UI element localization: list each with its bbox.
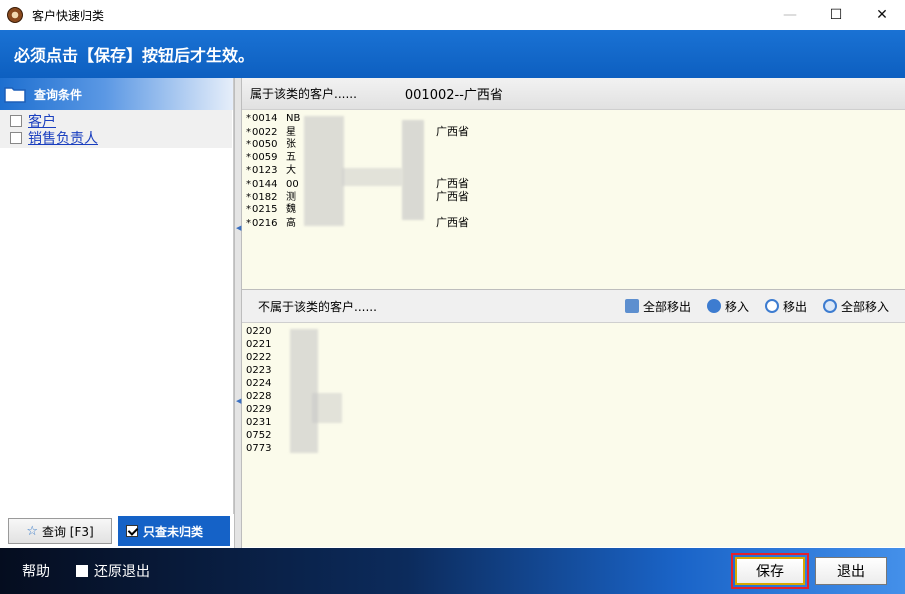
app-icon — [7, 7, 23, 23]
list-item[interactable]: 0231 — [246, 416, 280, 429]
query-panel: 查询条件 客户 销售负责人 ☆ 查询 [F3] 只查未归类 — [0, 78, 234, 548]
query-button-label: 查询 [F3] — [41, 524, 94, 539]
panel-splitter[interactable]: ◀ ◀ — [234, 78, 242, 548]
list-item[interactable]: 0228 — [246, 390, 280, 403]
collapse-arrow-icon[interactable]: ◀ — [236, 396, 241, 406]
save-highlight: 保存 — [731, 553, 809, 589]
query-conditions-title: 查询条件 — [34, 87, 83, 102]
query-conditions-header: 查询条件 — [0, 78, 233, 110]
move-out-button[interactable]: 移出 — [764, 298, 807, 315]
query-actions: ☆ 查询 [F3] 只查未归类 — [0, 514, 234, 548]
window-controls: — ☐ ✕ — [767, 0, 905, 30]
minimize-button[interactable]: — — [767, 0, 813, 30]
list-item[interactable]: *0022 星广西省 — [246, 125, 469, 138]
list-item[interactable]: 0222 — [246, 351, 280, 364]
collapse-arrow-icon[interactable]: ◀ — [236, 223, 241, 233]
restore-exit-toggle[interactable]: 还原退出 — [76, 561, 150, 581]
remove-all-button[interactable]: 全部移出 — [624, 298, 691, 315]
redacted-block — [304, 116, 344, 226]
redacted-block — [342, 168, 402, 186]
title-bar: 客户快速归类 — ☐ ✕ — [0, 0, 905, 30]
only-unclassified-label: 只查未归类 — [143, 524, 204, 539]
add-all-button[interactable]: 全部移入 — [822, 298, 889, 315]
condition-sales-owner-checkbox[interactable] — [10, 131, 22, 144]
notice-banner: 必须点击【保存】按钮后才生效。 — [0, 30, 905, 78]
remove-all-icon — [624, 299, 639, 313]
move-in-button[interactable]: 移入 — [706, 298, 749, 315]
list-item[interactable]: *0216 高广西省 — [246, 216, 469, 229]
only-unclassified-checkbox[interactable] — [126, 525, 138, 537]
classification-panel: 属于该类的客户...... 001002--广西省 *0014 NB *0022 星… — [242, 78, 905, 548]
list-item[interactable]: 0221 — [246, 338, 280, 351]
condition-customer-checkbox[interactable] — [10, 114, 22, 127]
list-item[interactable]: *0182 测广西省 — [246, 190, 469, 203]
folder-icon — [4, 87, 26, 103]
redacted-block — [402, 120, 424, 220]
star-icon: ☆ — [26, 523, 38, 539]
window-title: 客户快速归类 — [32, 8, 105, 23]
list-item[interactable]: 0773 — [246, 442, 280, 455]
list-item[interactable]: 0229 — [246, 403, 280, 416]
condition-customer[interactable]: 客户 — [10, 112, 232, 130]
list-item[interactable]: 0223 — [246, 364, 280, 377]
redacted-block — [290, 329, 318, 453]
exit-button[interactable]: 退出 — [815, 557, 887, 585]
belonging-customer-list[interactable]: *0014 NB *0022 星广西省 *0050 张 *0059 五 *0123 大 *… — [242, 110, 905, 290]
condition-sales-owner[interactable]: 销售负责人 — [10, 128, 232, 148]
redacted-block — [312, 393, 342, 423]
maximize-button[interactable]: ☐ — [813, 0, 859, 30]
move-out-icon — [764, 299, 779, 313]
only-unclassified-toggle[interactable]: 只查未归类 — [118, 516, 230, 546]
not-belonging-customer-list[interactable]: 0220 0221 0222 0223 0224 0228 0229 0231 … — [242, 322, 905, 547]
selected-category: 001002--广西省 — [404, 88, 503, 103]
list-item[interactable]: 0220 — [246, 325, 280, 338]
footer-bar: 帮助 还原退出 保存 退出 — [0, 548, 905, 594]
restore-exit-checkbox[interactable] — [76, 565, 88, 577]
belonging-header: 属于该类的客户...... 001002--广西省 — [242, 78, 905, 110]
belonging-title: 属于该类的客户...... — [250, 87, 357, 101]
not-belonging-header: 不属于该类的客户...... 全部移出 移入 移出 全部移入 — [242, 290, 905, 322]
move-in-icon — [706, 299, 721, 313]
restore-exit-label: 还原退出 — [94, 564, 150, 580]
condition-list: 客户 销售负责人 — [0, 110, 232, 148]
close-button[interactable]: ✕ — [859, 0, 905, 30]
save-button[interactable]: 保存 — [735, 557, 805, 585]
query-button[interactable]: ☆ 查询 [F3] — [8, 518, 112, 544]
notice-text: 必须点击【保存】按钮后才生效。 — [14, 46, 255, 65]
list-item[interactable]: 0224 — [246, 377, 280, 390]
list-item[interactable]: 0752 — [246, 429, 280, 442]
not-belonging-title: 不属于该类的客户...... — [258, 299, 377, 314]
help-link[interactable]: 帮助 — [22, 561, 50, 581]
condition-sales-owner-link[interactable]: 销售负责人 — [28, 128, 98, 148]
add-all-icon — [822, 299, 837, 313]
